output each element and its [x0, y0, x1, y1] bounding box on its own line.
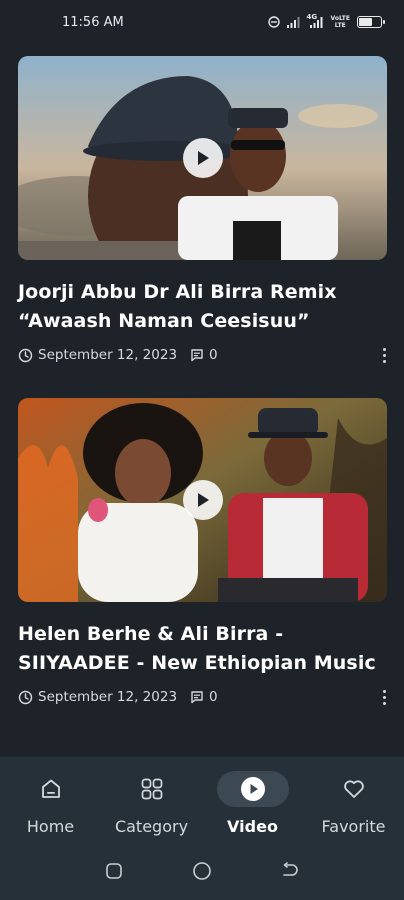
video-thumbnail[interactable]: [18, 398, 387, 602]
play-button[interactable]: [182, 138, 223, 178]
nav-label: Category: [114, 817, 189, 836]
play-icon: [197, 493, 209, 507]
comments-meta[interactable]: 0: [190, 689, 218, 705]
battery-icon: [357, 16, 385, 28]
video-date: September 12, 2023: [38, 347, 178, 363]
play-icon: [197, 151, 209, 165]
home-icon: [41, 779, 60, 798]
status-time: 11:56 AM: [62, 14, 124, 30]
clock-icon: [18, 690, 33, 704]
volte-label: VoLTE: [330, 15, 350, 22]
video-card[interactable]: Joorji Abbu Dr Ali Birra Remix “Awaash N…: [18, 56, 387, 365]
nav-label: Favorite: [321, 817, 386, 836]
nav-label: Video: [227, 817, 278, 836]
heart-icon: [343, 780, 364, 798]
nav-item-video[interactable]: Video: [203, 771, 303, 836]
signal-icon: [286, 16, 301, 28]
video-feed: Joorji Abbu Dr Ali Birra Remix “Awaash N…: [18, 56, 387, 707]
play-button[interactable]: [182, 480, 223, 520]
video-meta: September 12, 2023 0: [18, 345, 387, 365]
video-thumbnail[interactable]: [18, 56, 387, 260]
nav-icon-container: [15, 771, 87, 807]
signal-4g-icon: 4G: [306, 12, 324, 28]
play-circle-icon: [240, 777, 265, 801]
comment-icon: [191, 349, 203, 362]
nav-icon-container: [318, 771, 390, 807]
comment-icon: [191, 691, 203, 704]
grid-icon: [141, 778, 162, 800]
comment-count: 0: [209, 347, 218, 363]
status-icons: 4G VoLTE LTE: [267, 12, 385, 29]
date-meta: September 12, 2023: [18, 347, 177, 363]
status-bar: 11:56 AM 4G VoLTE LTE: [0, 0, 404, 44]
recents-icon[interactable]: [105, 862, 123, 884]
video-title[interactable]: Helen Berhe & Ali Birra - SIIYAADEE - Ne…: [18, 620, 387, 678]
nav-item-favorite[interactable]: Favorite: [304, 771, 404, 836]
lte-label: 4G: [306, 12, 318, 21]
comment-count: 0: [209, 689, 218, 705]
back-icon[interactable]: [281, 861, 299, 884]
video-date: September 12, 2023: [38, 689, 178, 705]
nav-icon-container: [216, 771, 289, 807]
more-options-icon[interactable]: [379, 687, 389, 707]
comments-meta[interactable]: 0: [190, 347, 218, 363]
system-navigation-bar: [0, 845, 404, 900]
nav-item-category[interactable]: Category: [102, 771, 202, 836]
nav-icon-container: [116, 771, 188, 807]
bottom-navigation: Home Category Video Favorite: [0, 757, 404, 845]
date-meta: September 12, 2023: [18, 689, 177, 705]
net-label: LTE: [334, 22, 346, 29]
video-card[interactable]: Helen Berhe & Ali Birra - SIIYAADEE - Ne…: [18, 398, 387, 707]
more-options-icon[interactable]: [379, 345, 389, 365]
home-circle-icon[interactable]: [192, 861, 212, 885]
video-title[interactable]: Joorji Abbu Dr Ali Birra Remix “Awaash N…: [18, 278, 387, 336]
nav-item-home[interactable]: Home: [1, 771, 101, 836]
wifi-data-icon: VoLTE LTE: [331, 15, 350, 29]
clock-icon: [18, 348, 33, 362]
dnd-icon: [267, 16, 280, 28]
nav-label: Home: [26, 817, 75, 836]
video-meta: September 12, 2023 0: [18, 687, 387, 707]
